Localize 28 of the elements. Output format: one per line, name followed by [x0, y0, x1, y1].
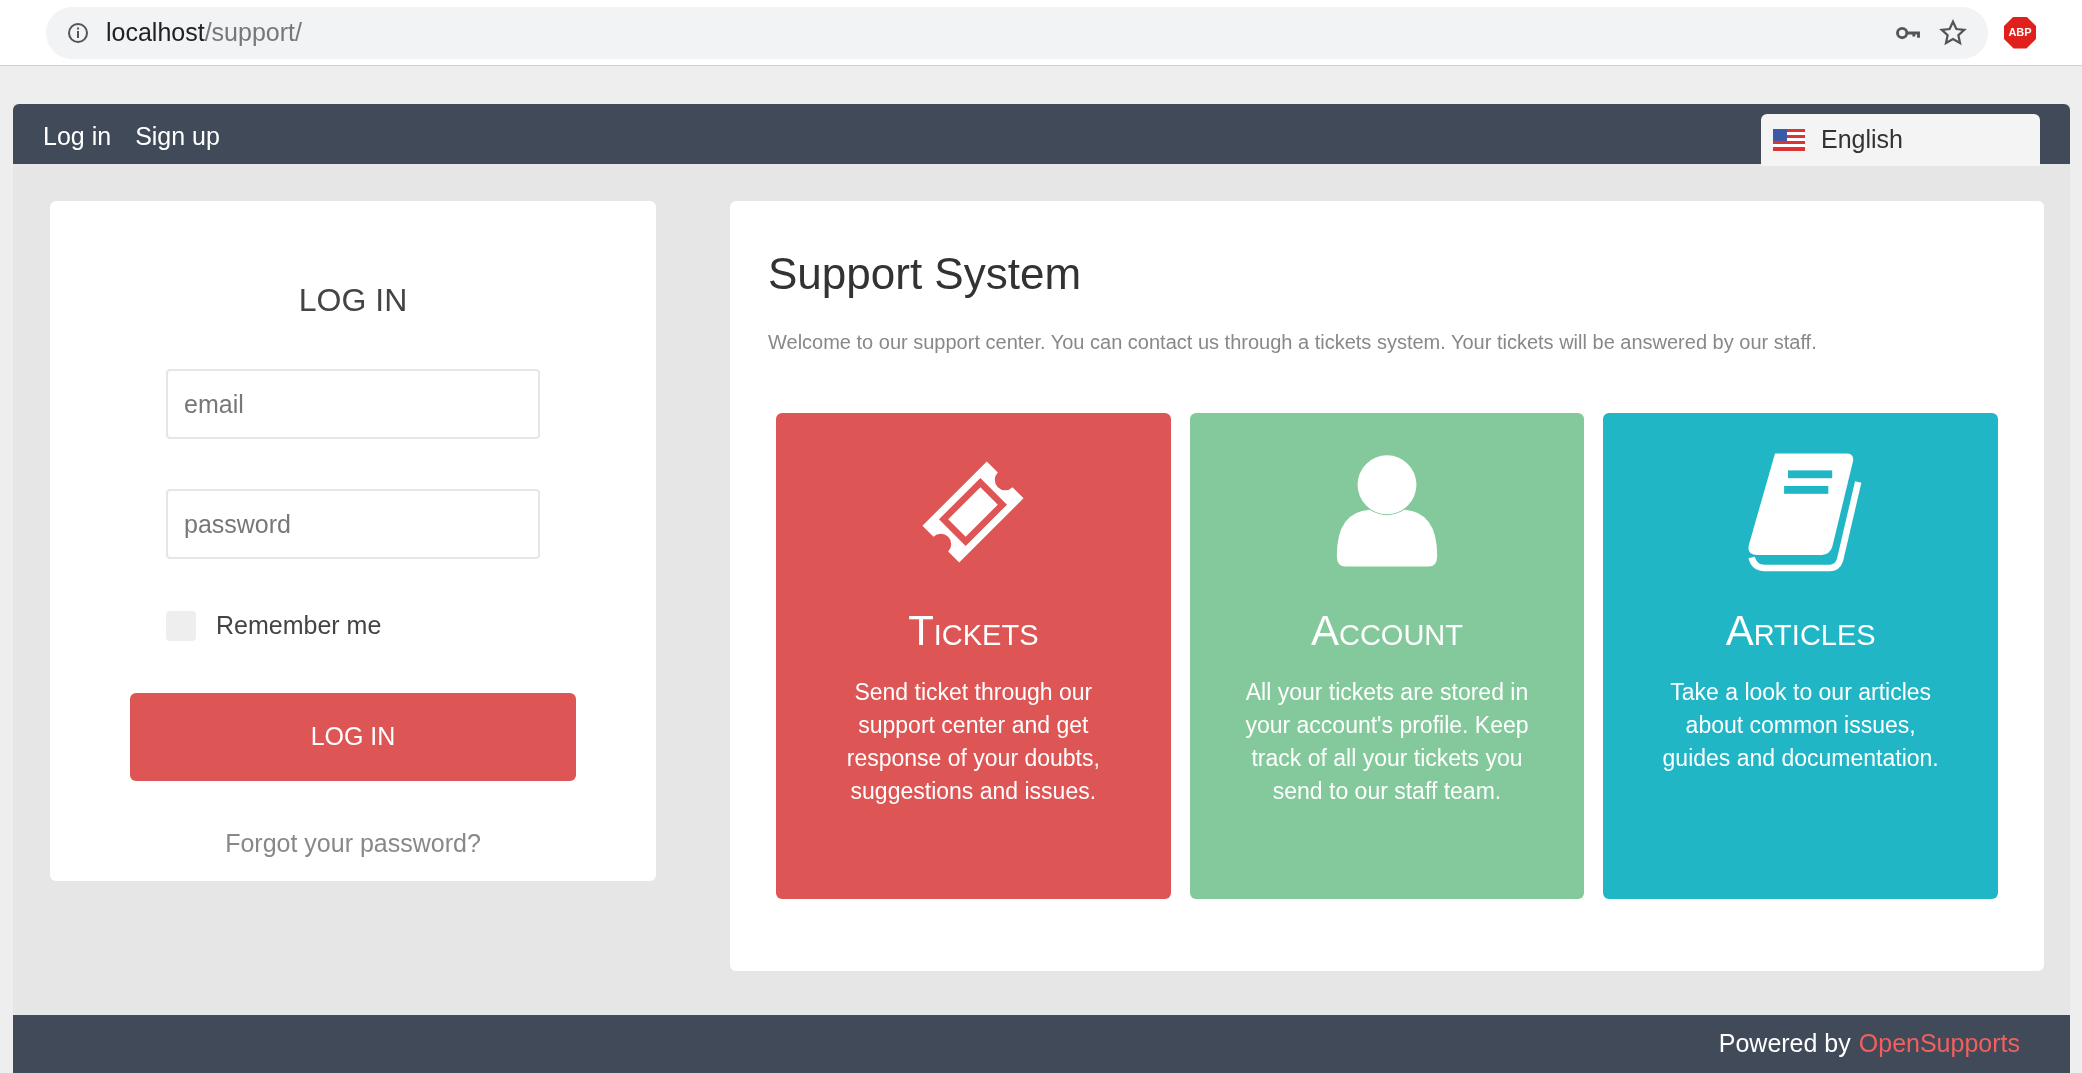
forgot-password-link[interactable]: Forgot your password? — [225, 824, 481, 862]
nav-link[interactable]: Sign up — [135, 118, 220, 156]
feature-tile[interactable]: Account All your tickets are stored in your account's profile. Keep track of all your tickets you send to our staff team. — [1189, 413, 1585, 899]
remember-label: Remember me — [216, 610, 382, 641]
password-field[interactable]: password — [166, 489, 540, 559]
nav-link[interactable]: Log in — [43, 118, 112, 156]
tile-title: Tickets — [908, 606, 1039, 656]
language-selector[interactable]: English — [1761, 114, 2040, 166]
opensupports-link[interactable]: OpenSupports — [1858, 1025, 2020, 1063]
star-icon[interactable] — [1938, 17, 1968, 48]
footer-prefix: Powered by — [1718, 1028, 1851, 1060]
tile-description: Send ticket through our support center and get response of your doubts, suggestions and issues. — [845, 678, 1101, 806]
login-button[interactable]: LOG IN — [130, 692, 576, 781]
flag-icon — [1773, 129, 1805, 151]
tile-title: Articles — [1725, 606, 1876, 656]
tile-title: Account — [1310, 606, 1463, 656]
url-text: localhost/support/ — [106, 16, 302, 48]
info-icon[interactable] — [66, 20, 90, 45]
tile-description: Take a look to our articles about common issues, guides and documentation. — [1661, 678, 1940, 773]
email-field[interactable]: email — [166, 369, 540, 439]
page-title: Support System — [768, 248, 1083, 300]
adblock-icon[interactable]: ABP — [2004, 16, 2036, 49]
intro-text: Welcome to our support center. You can contact us through a tickets system. Your tickets will be answered by our staff. — [768, 330, 1818, 355]
tile-description: All your tickets are stored in your account's profile. Keep track of all your tickets you send to our staff team. — [1244, 678, 1530, 806]
feature-tile[interactable]: Articles Take a look to our articles about common issues, guides and documentation. — [1603, 413, 1998, 899]
address-bar[interactable]: localhost/support/ — [46, 6, 1988, 59]
login-title: LOG IN — [298, 281, 408, 320]
feature-tile[interactable]: Tickets Send ticket through our support center and get response of your doubts, suggestions and issues. — [776, 413, 1171, 899]
